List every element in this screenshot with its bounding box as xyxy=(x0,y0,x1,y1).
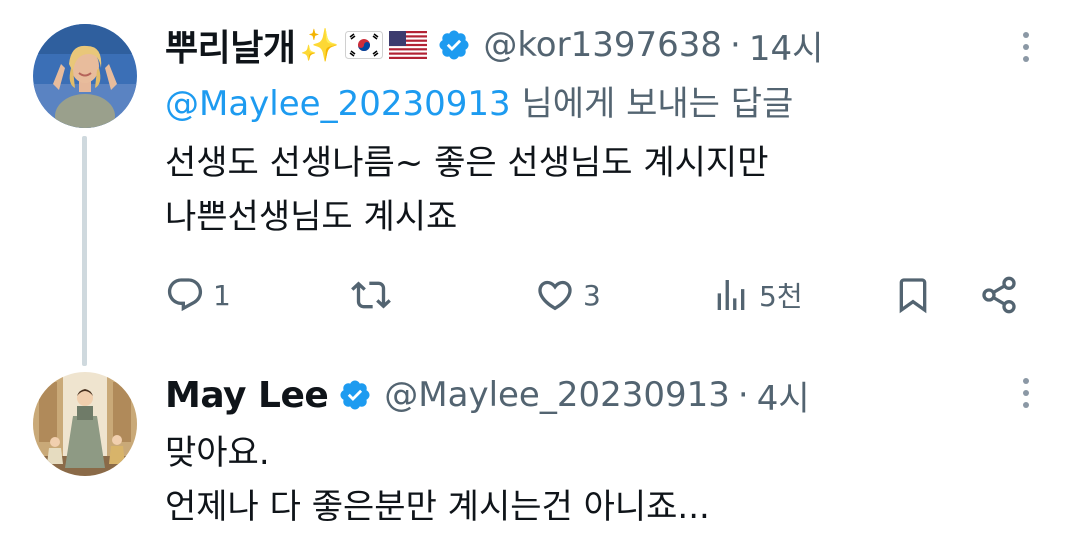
reply-to-mention[interactable]: @Maylee_20230913 xyxy=(165,84,511,124)
action-bar: 1 3 5천 xyxy=(165,270,1035,320)
sparkles-icon: ✨ xyxy=(299,26,340,64)
views-count: 5천 xyxy=(759,280,803,313)
tweet-text-line: 언제나 다 좋은분만 계시는건 아니죠... xyxy=(165,487,710,527)
display-name[interactable]: 뿌리날개 xyxy=(165,19,296,71)
more-options-icon[interactable] xyxy=(1020,378,1032,408)
tweet-text-line: 맞아요. xyxy=(165,433,270,473)
bookmark-icon xyxy=(899,278,927,314)
handle[interactable]: @Maylee_20230913 xyxy=(384,375,730,415)
display-name[interactable]: May Lee xyxy=(165,375,329,416)
repost-icon xyxy=(351,281,391,309)
separator: · xyxy=(737,375,749,415)
thread-line xyxy=(82,136,87,366)
separator: · xyxy=(730,25,741,65)
verified-badge-icon[interactable] xyxy=(338,378,372,412)
avatar[interactable] xyxy=(33,24,137,128)
timestamp[interactable]: 4시 xyxy=(757,371,810,420)
tweet-header: 뿌리날개 ✨ @kor1397638 · 14시 xyxy=(165,18,823,72)
flag-us-icon xyxy=(389,31,428,59)
reply-icon xyxy=(167,278,203,312)
tweet-reply-2[interactable]: May Lee @Maylee_20230913 · 4시 맞아요. 언제나 다… xyxy=(0,350,1080,544)
like-count: 3 xyxy=(583,278,601,312)
user-avatar-icon xyxy=(33,24,137,128)
repost-button[interactable] xyxy=(351,270,399,320)
flag-kr-icon xyxy=(345,31,384,59)
reply-to-line: @Maylee_20230913 님에게 보내는 답글 xyxy=(165,76,793,125)
timestamp[interactable]: 14시 xyxy=(749,21,824,70)
user-avatar-icon xyxy=(33,372,137,476)
tweet-header: May Lee @Maylee_20230913 · 4시 xyxy=(165,368,810,422)
more-options-icon[interactable] xyxy=(1020,32,1032,62)
reply-to-suffix: 님에게 보내는 답글 xyxy=(510,84,794,124)
share-icon xyxy=(982,276,1016,314)
views-button[interactable]: 5천 xyxy=(711,270,803,320)
tweet-text: 선생도 선생나름~ 좋은 선생님도 계시지만 나쁜선생님도 계시죠 xyxy=(165,136,768,244)
handle[interactable]: @kor1397638 xyxy=(483,25,722,65)
avatar[interactable] xyxy=(33,372,137,476)
tweet-text-line: 나쁜선생님도 계시죠 xyxy=(165,197,458,237)
bookmark-button[interactable] xyxy=(893,270,933,320)
verified-badge-icon[interactable] xyxy=(437,28,471,62)
tweet-reply-1[interactable]: 뿌리날개 ✨ @kor1397638 · 14시 @Maylee_2023091… xyxy=(0,0,1080,366)
heart-icon xyxy=(538,280,572,311)
share-button[interactable] xyxy=(979,270,1019,320)
reply-count: 1 xyxy=(213,278,231,312)
views-chart-icon xyxy=(717,280,745,310)
tweet-text: 맞아요. 언제나 다 좋은분만 계시는건 아니죠... xyxy=(165,426,710,534)
reply-button[interactable]: 1 xyxy=(165,270,231,320)
like-button[interactable]: 3 xyxy=(535,270,601,320)
tweet-text-line: 선생도 선생나름~ 좋은 선생님도 계시지만 xyxy=(165,143,769,183)
